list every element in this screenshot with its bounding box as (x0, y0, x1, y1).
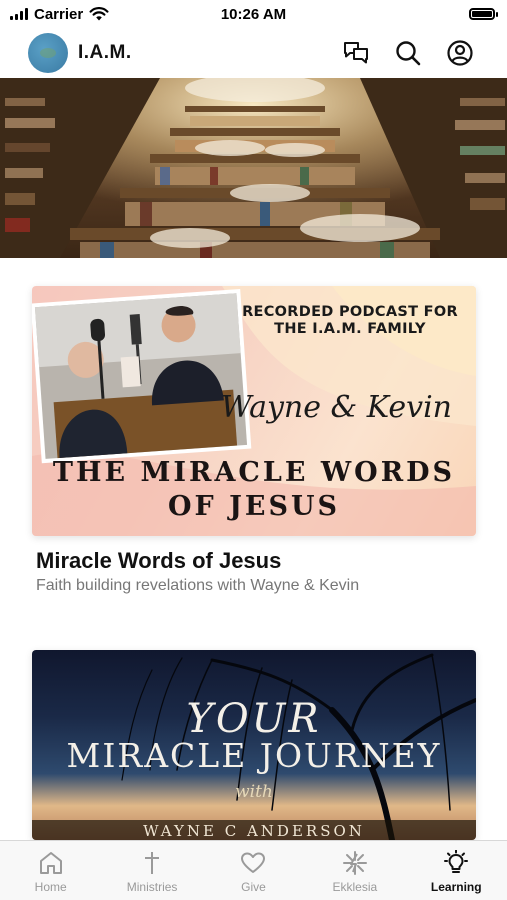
brand-name: I.A.M. (78, 42, 132, 63)
card-title: Miracle Words of Jesus (36, 548, 282, 573)
library-illustration (0, 78, 507, 258)
signal-icon (10, 8, 28, 20)
app-screen: Carrier 10:26 AM I.A.M. RECORDED PODCAST… (0, 0, 507, 900)
tab-learning[interactable]: Learning (406, 841, 507, 900)
spark-icon (342, 851, 367, 875)
status-bar: Carrier 10:26 AM (0, 0, 507, 28)
tab-home[interactable]: Home (0, 841, 101, 900)
podcast-cover-image: RECORDED PODCAST FOR THE I.A.M. FAMILY W… (32, 286, 476, 536)
tab-label: Home (34, 880, 67, 894)
card-subtitle: Faith building revelations with Wayne & … (36, 577, 360, 594)
status-left: Carrier (0, 6, 109, 23)
journey-title-line2: MIRACLE JOURNEY (66, 736, 442, 775)
home-icon (39, 852, 62, 874)
journey-cover-image: YOUR MIRACLE JOURNEY with WAYNE C ANDERS… (32, 650, 476, 840)
podcast-title-line1: THE MIRACLE WORDS (52, 457, 456, 488)
tab-give[interactable]: Give (203, 841, 304, 900)
lightbulb-icon (444, 850, 469, 873)
app-header: I.A.M. (0, 28, 507, 78)
wifi-icon (89, 7, 109, 21)
podcast-hosts: Wayne & Kevin (220, 390, 452, 425)
heart-icon (241, 852, 266, 873)
tab-label: Ministries (126, 880, 178, 894)
header-actions (343, 40, 507, 66)
brand-logo (28, 33, 68, 73)
battery-icon (469, 8, 498, 20)
tab-label: Give (241, 880, 266, 894)
tab-label: Ekklesia (332, 880, 378, 894)
journey-author: WAYNE C ANDERSON (143, 822, 365, 840)
brand[interactable]: I.A.M. (0, 33, 132, 73)
podcast-title-line2: OF JESUS (168, 491, 340, 522)
tab-ministries[interactable]: Ministries (102, 841, 203, 900)
content-card-podcast[interactable]: RECORDED PODCAST FOR THE I.A.M. FAMILY W… (32, 286, 476, 595)
tab-ekklesia[interactable]: Ekklesia (304, 841, 405, 900)
hero-banner-image (0, 78, 507, 258)
carrier-label: Carrier (34, 5, 84, 23)
bottom-tab-bar: Home Ministries Give Ekklesia Learning (0, 840, 507, 900)
podcast-heading: RECORDED PODCAST FOR THE I.A.M. FAMILY (242, 304, 458, 337)
cross-icon (145, 852, 160, 874)
tab-label: Learning (430, 880, 482, 894)
content-card-journey[interactable]: YOUR MIRACLE JOURNEY with WAYNE C ANDERS… (32, 650, 476, 840)
journey-with: with (235, 782, 273, 802)
chat-icon[interactable] (343, 41, 369, 65)
podcast-title-art: THE MIRACLE WORDS OF JESUS (32, 456, 476, 524)
profile-icon[interactable] (447, 40, 473, 66)
search-icon[interactable] (395, 40, 421, 66)
